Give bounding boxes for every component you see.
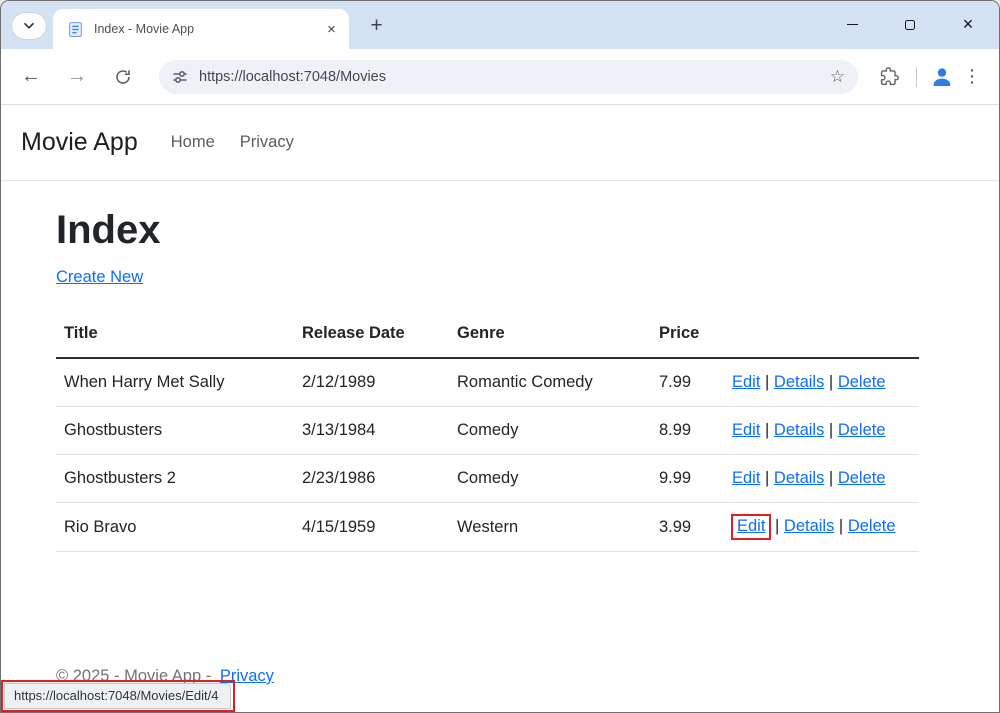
header-actions <box>724 314 919 358</box>
nav-link-privacy[interactable]: Privacy <box>240 133 294 152</box>
window-controls: × <box>823 1 997 48</box>
brand-link[interactable]: Movie App <box>21 128 138 157</box>
back-button[interactable]: ← <box>13 59 49 95</box>
tab-title: Index - Movie App <box>94 22 322 36</box>
cell-title: Rio Bravo <box>56 503 294 552</box>
edit-link[interactable]: Edit <box>732 421 760 439</box>
cell-genre: Comedy <box>449 407 651 455</box>
reload-button[interactable] <box>105 59 141 95</box>
edit-link[interactable]: Edit <box>732 373 760 391</box>
profile-avatar[interactable] <box>927 62 957 92</box>
window-close-button[interactable]: × <box>939 1 997 48</box>
browser-tab[interactable]: Index - Movie App × <box>53 9 349 49</box>
browser-window: Index - Movie App × + × ← → https://loca… <box>0 0 1000 713</box>
delete-link[interactable]: Delete <box>848 517 896 535</box>
table-header-row: Title Release Date Genre Price <box>56 314 919 358</box>
cell-release-date: 4/15/1959 <box>294 503 449 552</box>
window-maximize-button[interactable] <box>881 1 939 48</box>
new-tab-button[interactable]: + <box>362 11 391 40</box>
page-title: Index <box>56 208 919 253</box>
cell-genre: Western <box>449 503 651 552</box>
maximize-icon <box>905 20 915 30</box>
header-title: Title <box>56 314 294 358</box>
details-link[interactable]: Details <box>784 517 834 535</box>
edit-link[interactable]: Edit <box>737 517 765 535</box>
tab-strip: Index - Movie App × + × <box>1 1 999 49</box>
cell-price: 7.99 <box>651 358 724 407</box>
status-bar-url: https://localhost:7048/Movies/Edit/4 <box>4 683 231 709</box>
delete-link[interactable]: Delete <box>838 373 886 391</box>
header-genre: Genre <box>449 314 651 358</box>
url-text: https://localhost:7048/Movies <box>199 69 386 85</box>
cell-title: Ghostbusters <box>56 407 294 455</box>
bookmark-star-icon[interactable]: ☆ <box>830 67 845 87</box>
table-row: Ghostbusters 3/13/1984 Comedy 8.99 Edit … <box>56 407 919 455</box>
edit-link[interactable]: Edit <box>732 469 760 487</box>
details-link[interactable]: Details <box>774 421 824 439</box>
table-row: Ghostbusters 2 2/23/1986 Comedy 9.99 Edi… <box>56 455 919 503</box>
movies-table: Title Release Date Genre Price When Harr… <box>56 314 919 552</box>
cell-actions: Edit | Details | Delete <box>724 407 919 455</box>
reload-icon <box>114 68 132 86</box>
annotation-highlight-box: Edit <box>731 514 771 540</box>
tab-favicon-icon <box>67 21 84 38</box>
cell-actions: Edit | Details | Delete <box>724 358 919 407</box>
table-row: Rio Bravo 4/15/1959 Western 3.99 Edit | … <box>56 503 919 552</box>
browser-toolbar: ← → https://localhost:7048/Movies ☆ ⋮ <box>1 49 999 105</box>
create-new-row: Create New <box>56 268 919 287</box>
table-row: When Harry Met Sally 2/12/1989 Romantic … <box>56 358 919 407</box>
create-new-link[interactable]: Create New <box>56 268 143 286</box>
cell-price: 3.99 <box>651 503 724 552</box>
address-bar[interactable]: https://localhost:7048/Movies ☆ <box>159 60 858 94</box>
cell-release-date: 3/13/1984 <box>294 407 449 455</box>
site-settings-icon[interactable] <box>172 69 188 85</box>
cell-genre: Romantic Comedy <box>449 358 651 407</box>
header-price: Price <box>651 314 724 358</box>
forward-button[interactable]: → <box>59 59 95 95</box>
puzzle-icon <box>880 67 899 86</box>
browser-menu-button[interactable]: ⋮ <box>957 62 987 92</box>
delete-link[interactable]: Delete <box>838 469 886 487</box>
page-content: Index Create New Title Release Date Genr… <box>1 208 999 552</box>
extensions-button[interactable] <box>872 60 906 94</box>
cell-actions: Edit | Details | Delete <box>724 455 919 503</box>
nav-link-home[interactable]: Home <box>171 133 215 152</box>
cell-genre: Comedy <box>449 455 651 503</box>
cell-release-date: 2/23/1986 <box>294 455 449 503</box>
header-release-date: Release Date <box>294 314 449 358</box>
details-link[interactable]: Details <box>774 373 824 391</box>
window-minimize-button[interactable] <box>823 1 881 48</box>
minimize-icon <box>847 24 858 26</box>
toolbar-divider <box>916 67 917 87</box>
chevron-down-icon <box>23 22 35 30</box>
delete-link[interactable]: Delete <box>838 421 886 439</box>
tab-close-button[interactable]: × <box>322 20 341 39</box>
cell-release-date: 2/12/1989 <box>294 358 449 407</box>
cell-actions: Edit | Details | Delete <box>724 503 919 552</box>
annotation-status-box: https://localhost:7048/Movies/Edit/4 <box>1 680 235 712</box>
details-link[interactable]: Details <box>774 469 824 487</box>
person-icon <box>930 65 954 89</box>
site-navbar: Movie App Home Privacy <box>1 105 999 181</box>
cell-price: 9.99 <box>651 455 724 503</box>
cell-title: Ghostbusters 2 <box>56 455 294 503</box>
movies-table-body: When Harry Met Sally 2/12/1989 Romantic … <box>56 358 919 552</box>
cell-title: When Harry Met Sally <box>56 358 294 407</box>
tab-search-button[interactable] <box>12 13 46 39</box>
cell-price: 8.99 <box>651 407 724 455</box>
